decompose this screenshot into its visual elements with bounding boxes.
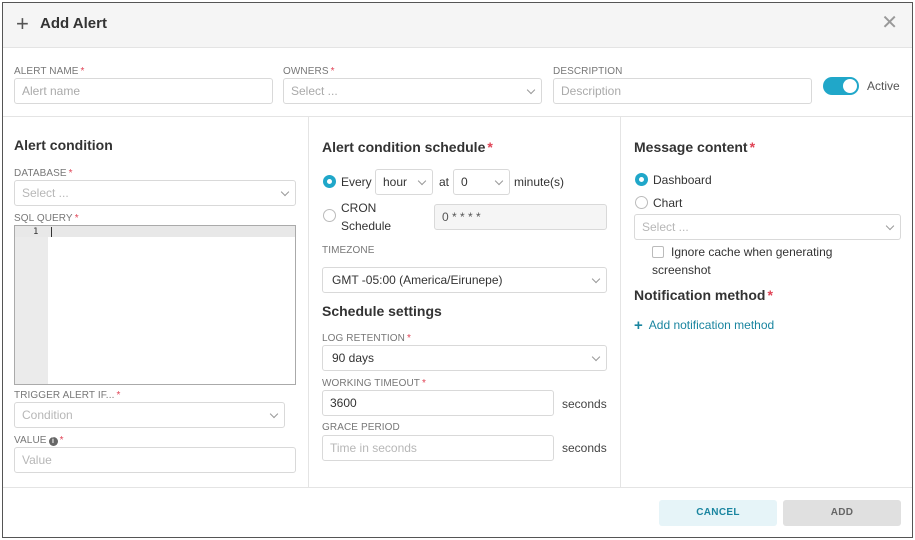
close-icon[interactable]: ✕ xyxy=(881,13,898,33)
ignore-cache-label-cont: screenshot xyxy=(652,263,711,277)
ignore-cache-checkbox[interactable] xyxy=(652,246,664,258)
chart-label: Chart xyxy=(653,196,683,210)
divider xyxy=(3,116,912,117)
chevron-down-icon xyxy=(280,187,290,197)
column-divider xyxy=(620,117,621,487)
notification-method-title: Notification method * xyxy=(634,287,773,303)
chevron-down-icon xyxy=(494,176,504,186)
chevron-down-icon xyxy=(526,85,536,95)
description-input[interactable]: Description xyxy=(553,78,812,104)
toggle-knob xyxy=(843,79,857,93)
alert-name-input[interactable]: Alert name xyxy=(14,78,273,104)
trigger-label: TRIGGER ALERT IF... * xyxy=(14,390,121,401)
dashboard-label: Dashboard xyxy=(653,173,712,187)
content-select[interactable]: Select ... xyxy=(634,214,901,240)
working-timeout-label: WORKING TIMEOUT * xyxy=(322,378,426,389)
cancel-button[interactable]: CANCEL xyxy=(659,500,777,526)
info-icon[interactable]: i xyxy=(48,437,58,446)
modal-title: Add Alert xyxy=(40,15,107,32)
chevron-down-icon xyxy=(269,409,279,419)
timezone-select[interactable]: GMT -05:00 (America/Eirunepe) xyxy=(322,267,607,293)
every-label: Every xyxy=(341,175,372,189)
every-radio[interactable] xyxy=(323,175,336,188)
sql-query-label: SQL QUERY * xyxy=(14,213,79,224)
cron-input: 0 * * * * xyxy=(434,204,607,230)
grace-period-label: GRACE PERIOD xyxy=(322,422,400,433)
text-cursor xyxy=(51,227,52,237)
cron-label: CRON xyxy=(341,201,377,215)
at-label: at xyxy=(439,175,450,189)
modal-header: + Add Alert ✕ xyxy=(3,3,912,48)
grace-period-input[interactable]: Time in seconds xyxy=(322,435,554,461)
value-label: VALUE i * xyxy=(14,435,64,446)
active-label: Active xyxy=(867,79,900,93)
dashboard-radio[interactable] xyxy=(635,173,648,186)
alert-name-label: ALERT NAME * xyxy=(14,66,85,77)
plus-icon: + xyxy=(634,317,643,334)
database-select[interactable]: Select ... xyxy=(14,180,296,206)
editor-gutter xyxy=(15,226,48,384)
log-retention-label: LOG RETENTION * xyxy=(322,333,411,344)
active-line-highlight xyxy=(15,226,295,237)
column-divider xyxy=(308,117,309,487)
chevron-down-icon xyxy=(417,176,427,186)
add-button[interactable]: ADD xyxy=(783,500,901,526)
value-input[interactable]: Value xyxy=(14,447,296,473)
message-content-title: Message content * xyxy=(634,139,756,155)
chevron-down-icon xyxy=(885,221,895,231)
add-alert-modal: + Add Alert ✕ ALERT NAME * Alert name OWN… xyxy=(2,2,913,538)
owners-label: OWNERS * xyxy=(283,66,335,77)
chevron-down-icon xyxy=(591,352,601,362)
add-notification-link[interactable]: + Add notification method xyxy=(634,317,774,334)
line-number: 1 xyxy=(33,227,39,237)
minutes-label: minute(s) xyxy=(514,175,565,189)
cron-radio[interactable] xyxy=(323,209,336,222)
alert-condition-title: Alert condition xyxy=(14,137,113,153)
log-retention-select[interactable]: 90 days xyxy=(322,345,607,371)
schedule-settings-title: Schedule settings xyxy=(322,303,442,319)
working-timeout-input[interactable]: 3600 xyxy=(322,390,554,416)
sql-editor[interactable]: 1 xyxy=(14,225,296,385)
cron-label: Schedule xyxy=(341,219,392,233)
seconds-unit: seconds xyxy=(562,397,607,411)
timezone-label: TIMEZONE xyxy=(322,245,375,256)
plus-icon: + xyxy=(16,11,29,36)
unit-select[interactable]: hour xyxy=(375,169,433,195)
chart-radio[interactable] xyxy=(635,196,648,209)
schedule-title: Alert condition schedule * xyxy=(322,139,493,155)
footer-divider xyxy=(3,487,912,488)
ignore-cache-label: Ignore cache when generating xyxy=(671,245,833,259)
trigger-condition-select[interactable]: Condition xyxy=(14,402,285,428)
owners-select[interactable]: Select ... xyxy=(283,78,542,104)
seconds-unit: seconds xyxy=(562,441,607,455)
description-label: DESCRIPTION xyxy=(553,66,623,77)
active-toggle[interactable] xyxy=(823,77,859,95)
chevron-down-icon xyxy=(591,274,601,284)
database-label: DATABASE * xyxy=(14,168,73,179)
minute-select[interactable]: 0 xyxy=(453,169,510,195)
